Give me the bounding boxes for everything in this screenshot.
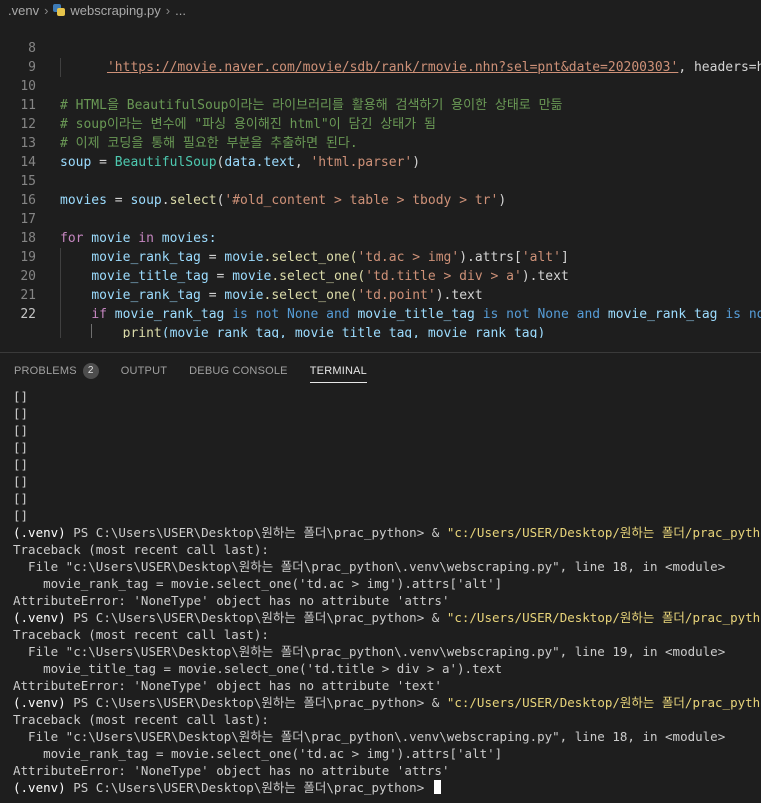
traceback-code: movie_rank_tag = movie.select_one('td.ac… — [13, 746, 503, 761]
terminal-line: [] — [13, 457, 29, 472]
traceback-line: Traceback (most recent call last): — [13, 627, 269, 642]
python-file-icon — [53, 4, 66, 16]
code-line[interactable]: 14 — [0, 134, 761, 170]
breadcrumb-more[interactable]: ... — [175, 3, 186, 18]
terminal-line: [] — [13, 389, 29, 404]
line-number: 22 — [20, 307, 36, 322]
tab-terminal[interactable]: TERMINAL — [309, 353, 368, 389]
code-line[interactable]: 13 soup = BeautifulSoup(data.text, 'html… — [0, 115, 761, 170]
chevron-right-icon: › — [44, 2, 49, 18]
terminal-input-prompt[interactable]: (.venv) PS C:\Users\USER\Desktop\원하는 폴더\… — [0, 779, 761, 796]
terminal-line: [] — [13, 440, 29, 455]
traceback-code: movie_title_tag = movie.select_one('td.t… — [13, 661, 503, 676]
breadcrumb-file[interactable]: webscraping.py — [70, 3, 160, 18]
code-line[interactable]: 10 # HTML을 BeautifulSoup이라는 라이브러리를 활용해 검… — [0, 58, 761, 113]
error-message: AttributeError: 'NoneType' object has no… — [13, 763, 450, 778]
code-line[interactable]: 22 print(movie_rank_tag, movie_title_tag… — [0, 286, 761, 338]
traceback-line: Traceback (most recent call last): — [13, 712, 269, 727]
panel-tab-bar: PROBLEMS 2 OUTPUT DEBUG CONSOLE TERMINAL — [0, 352, 761, 388]
code-editor[interactable]: 8 'https://movie.naver.com/movie/sdb/ran… — [0, 20, 761, 338]
code-line[interactable]: 21 if movie_rank_tag is not None and mov… — [0, 267, 761, 324]
tab-problems[interactable]: PROBLEMS 2 — [14, 353, 99, 389]
terminal-prompt: (.venv) PS C:\Users\USER\Desktop\원하는 폴더\… — [13, 525, 761, 540]
traceback-code: movie_rank_tag = movie.select_one('td.ac… — [13, 576, 503, 591]
terminal-line: [] — [13, 406, 29, 421]
code-line[interactable]: 8 'https://movie.naver.com/movie/sdb/ran… — [0, 20, 761, 77]
terminal-line: [] — [13, 423, 29, 438]
error-message: AttributeError: 'NoneType' object has no… — [13, 593, 450, 608]
terminal-prompt: (.venv) PS C:\Users\USER\Desktop\원하는 폴더\… — [13, 610, 761, 625]
terminal-line: [] — [13, 474, 29, 489]
terminal-cursor — [433, 780, 441, 794]
terminal-line: [] — [13, 508, 29, 523]
terminal-output[interactable]: [] [] [] [] [] [] [] [] (.venv) PS C:\Us… — [0, 388, 761, 803]
code-line[interactable]: 19 movie_title_tag = movie.select_one('t… — [0, 229, 761, 286]
tab-debug-console[interactable]: DEBUG CONSOLE — [189, 353, 288, 389]
problems-count-badge: 2 — [82, 362, 99, 379]
code-line[interactable]: 9 — [0, 39, 761, 75]
chevron-right-icon: › — [165, 2, 171, 18]
breadcrumb: .venv › webscraping.py › ... — [0, 0, 761, 20]
code-line[interactable]: 15 movies = soup.select('#old_content > … — [0, 153, 761, 208]
tab-output[interactable]: OUTPUT — [121, 353, 167, 389]
traceback-file: File "c:\Users\USER\Desktop\원하는 폴더\prac_… — [13, 559, 726, 574]
traceback-line: Traceback (most recent call last): — [13, 542, 269, 557]
terminal-line: [] — [13, 491, 29, 506]
code-line[interactable]: 12 # 이제 코딩을 통해 필요한 부분을 추출하면 된다. — [0, 96, 761, 151]
code-line[interactable]: 11 # soup이라는 변수에 "파싱 용이해진 html"이 담긴 상태가 … — [0, 77, 761, 132]
code-line[interactable]: 20 movie_rank_tag = movie.select_one('td… — [0, 248, 761, 305]
breadcrumb-folder[interactable]: .venv — [8, 3, 39, 18]
code-line[interactable]: 16 — [0, 172, 761, 208]
code-line[interactable]: 18 movie_rank_tag = movie.select_one('td… — [0, 210, 761, 267]
traceback-file: File "c:\Users\USER\Desktop\원하는 폴더\prac_… — [13, 729, 726, 744]
traceback-file: File "c:\Users\USER\Desktop\원하는 폴더\prac_… — [13, 644, 726, 659]
terminal-prompt: (.venv) PS C:\Users\USER\Desktop\원하는 폴더\… — [13, 695, 761, 710]
error-message: AttributeError: 'NoneType' object has no… — [13, 678, 442, 693]
code-line[interactable]: 17 for movie in movies: — [0, 191, 761, 246]
